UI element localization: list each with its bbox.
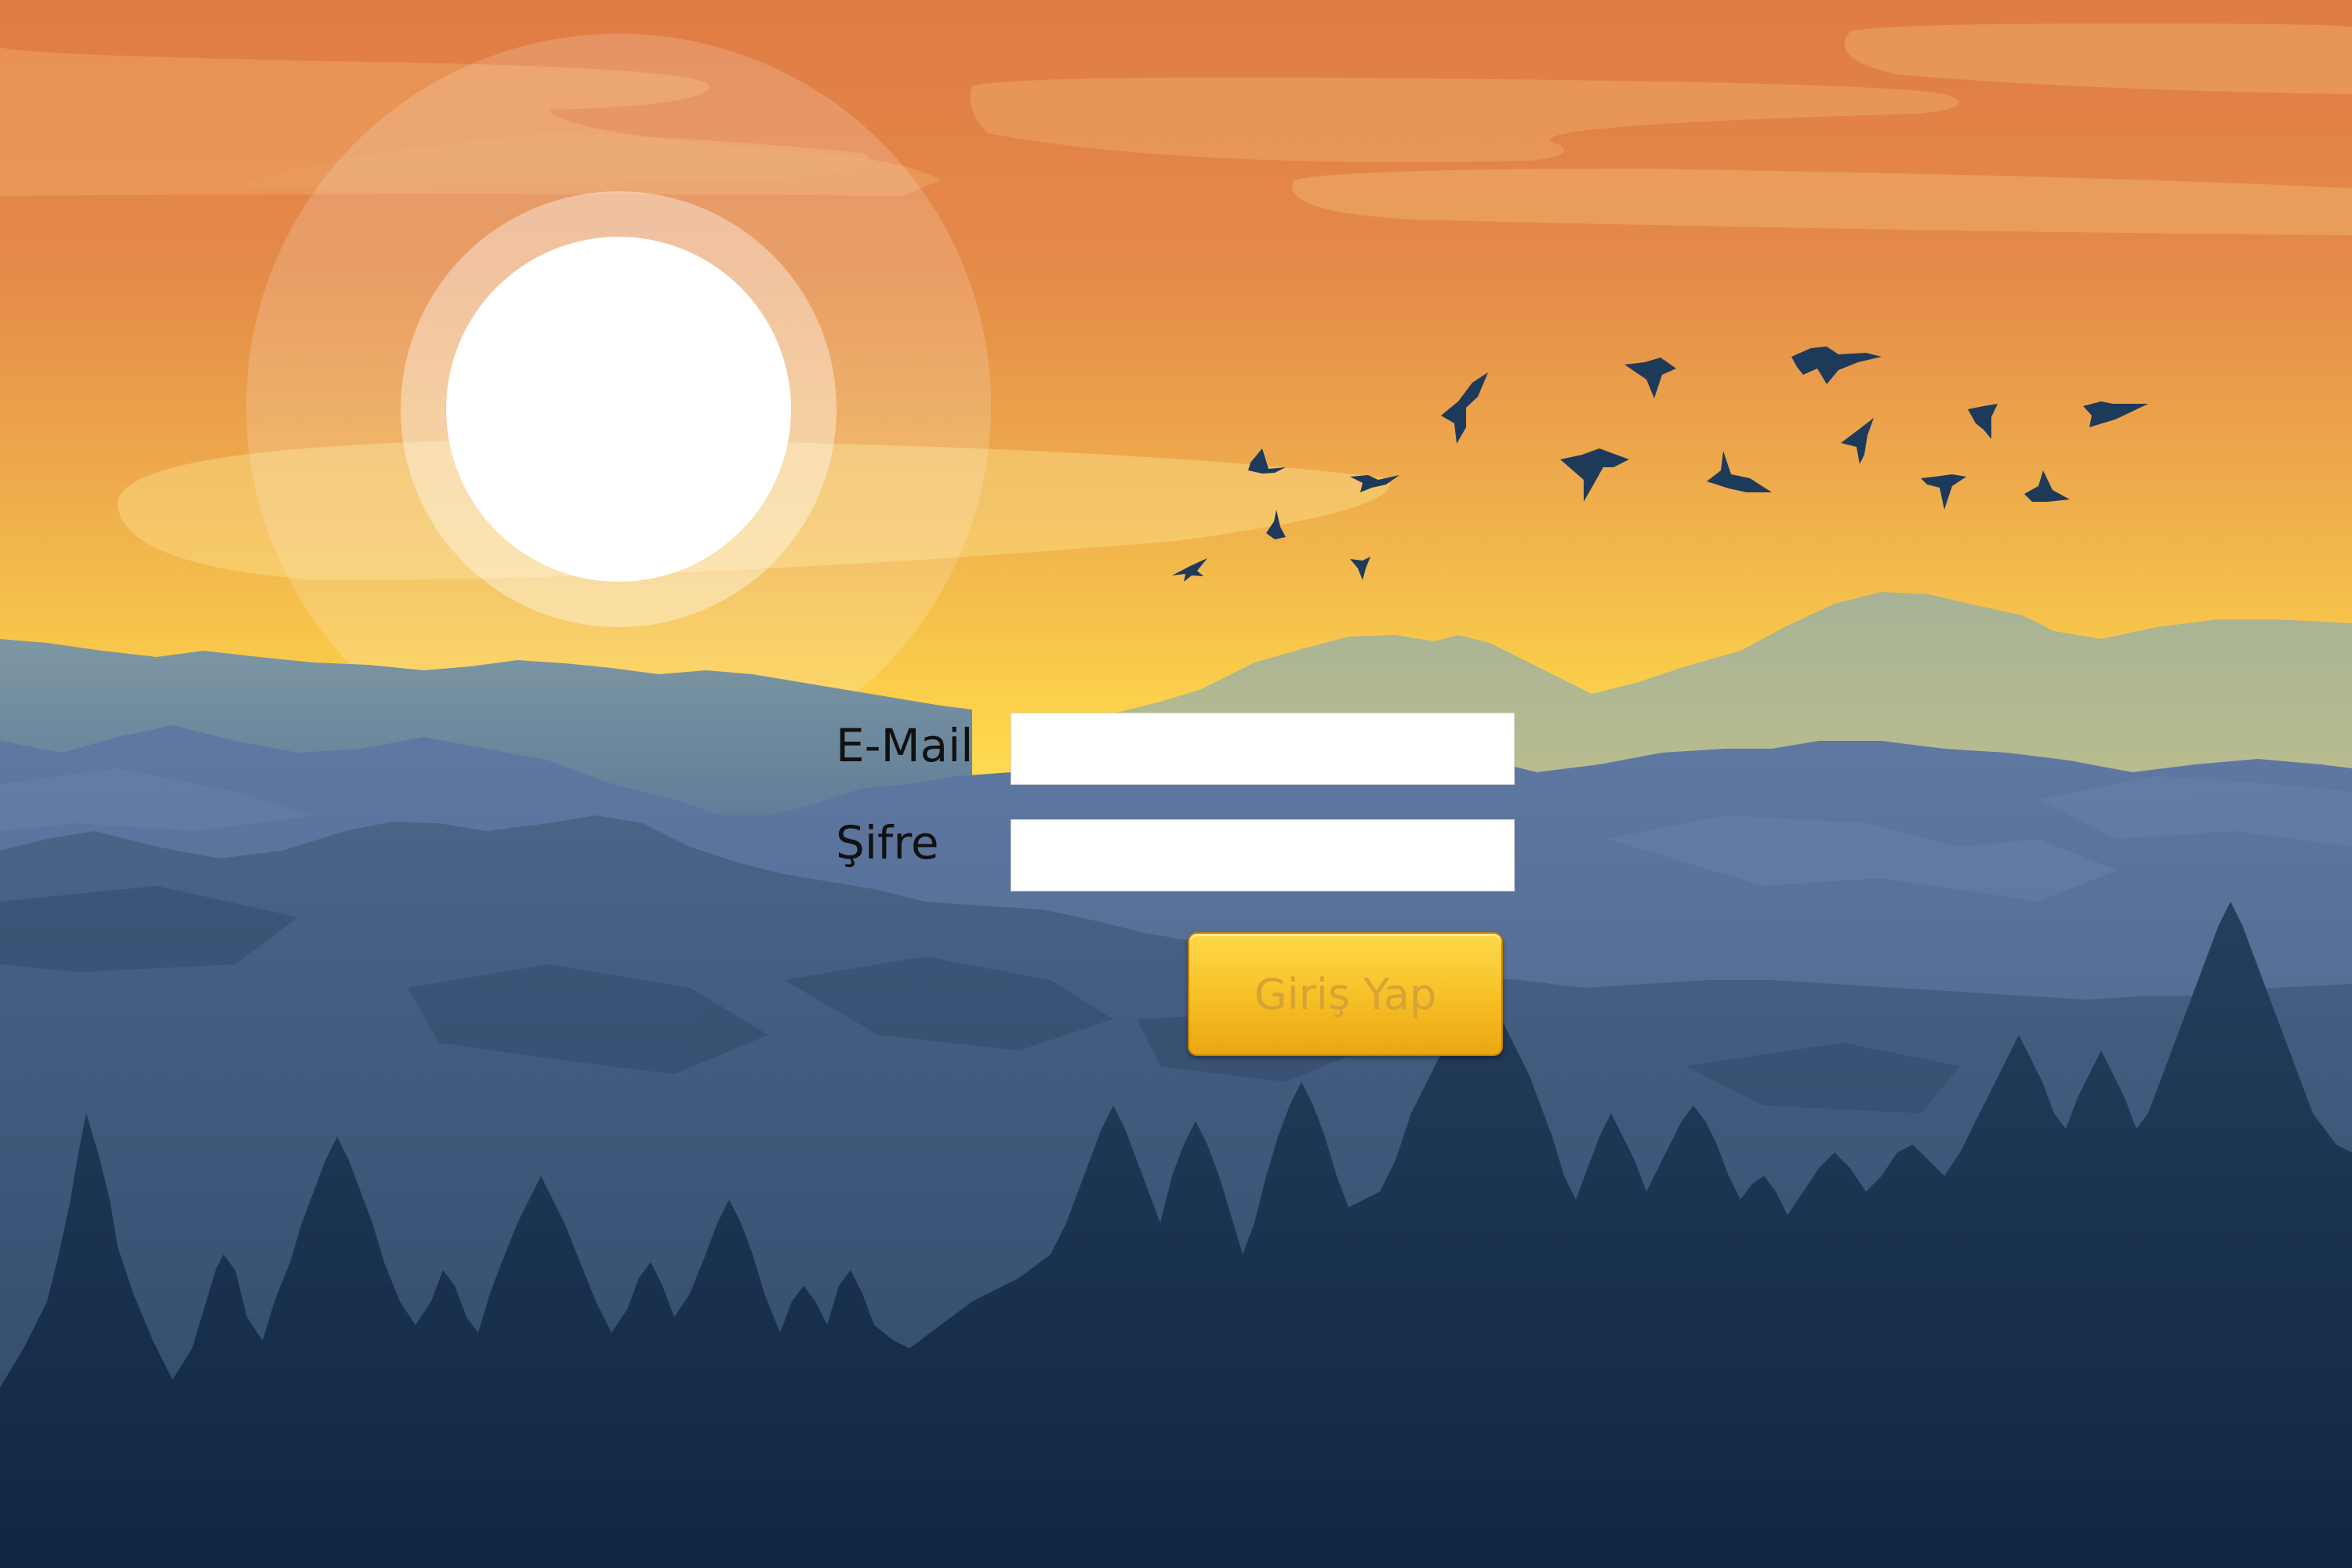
email-label: E-Mail xyxy=(836,719,974,772)
password-field[interactable] xyxy=(1011,819,1515,891)
login-button[interactable]: Giriş Yap xyxy=(1188,932,1503,1056)
email-field[interactable] xyxy=(1011,713,1515,785)
password-label: Şifre xyxy=(836,816,939,869)
